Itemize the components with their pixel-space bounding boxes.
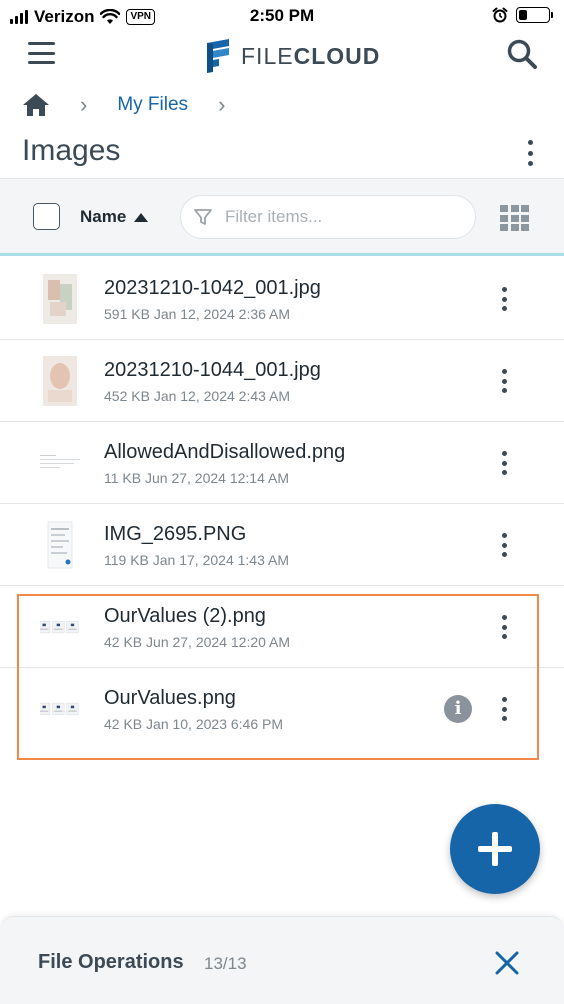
filter-input[interactable]: [225, 207, 455, 227]
status-right: [492, 7, 553, 23]
sort-by-name-button[interactable]: Name: [80, 207, 149, 227]
file-meta: 591 KB Jan 12, 2024 2:36 AM: [104, 306, 291, 322]
file-row[interactable]: IMG_2695.PNG 119 KB Jan 17, 2024 1:43 AM: [0, 504, 564, 586]
more-options-icon[interactable]: [500, 615, 508, 639]
image-thumbnail: [47, 521, 73, 569]
file-row[interactable]: 20231210-1044_001.jpg 452 KB Jan 12, 202…: [0, 340, 564, 422]
folder-more-options-icon[interactable]: [526, 140, 534, 166]
app-header: FILECLOUD: [0, 34, 564, 74]
file-meta: 11 KB Jun 27, 2024 12:14 AM: [104, 470, 289, 486]
file-name: 20231210-1042_001.jpg: [104, 277, 321, 299]
file-operations-title: File Operations: [38, 951, 184, 973]
breadcrumb: › My Files ›: [22, 90, 255, 120]
status-bar: Verizon VPN 2:50 PM: [0, 0, 564, 32]
file-operations-count: 13/13: [204, 954, 247, 973]
more-options-icon[interactable]: [500, 369, 508, 393]
file-name: 20231210-1044_001.jpg: [104, 359, 321, 381]
breadcrumb-my-files[interactable]: My Files: [117, 94, 188, 116]
filter-box[interactable]: [180, 195, 476, 239]
file-name: AllowedAndDisallowed.png: [104, 441, 346, 463]
file-name: OurValues (2).png: [104, 605, 266, 627]
more-options-icon[interactable]: [500, 533, 508, 557]
more-options-icon[interactable]: [500, 697, 508, 721]
logo-text: FILECLOUD: [241, 42, 381, 69]
status-time: 2:50 PM: [249, 6, 315, 25]
more-options-icon[interactable]: [500, 287, 508, 311]
alarm-icon: [492, 7, 508, 23]
file-operations-panel[interactable]: File Operations 13/13: [0, 916, 564, 1004]
filecloud-logo: FILECLOUD: [203, 37, 380, 75]
image-thumbnail: [43, 356, 77, 406]
page-title: Images: [22, 134, 121, 167]
grid-view-icon[interactable]: [500, 205, 529, 231]
more-options-icon[interactable]: [500, 451, 508, 475]
file-row[interactable]: 20231210-1042_001.jpg 591 KB Jan 12, 202…: [0, 258, 564, 340]
file-meta: 452 KB Jan 12, 2024 2:43 AM: [104, 388, 291, 404]
file-row[interactable]: AllowedAndDisallowed.png 11 KB Jun 27, 2…: [0, 422, 564, 504]
file-name: IMG_2695.PNG: [104, 523, 247, 545]
hamburger-menu-icon[interactable]: [28, 42, 55, 64]
info-icon[interactable]: i: [444, 695, 472, 723]
add-new-button[interactable]: [450, 804, 540, 894]
select-all-checkbox[interactable]: [33, 203, 60, 230]
file-row[interactable]: OurValues (2).png 42 KB Jun 27, 2024 12:…: [0, 586, 564, 668]
image-thumbnail: [40, 620, 79, 634]
file-meta: 42 KB Jun 27, 2024 12:20 AM: [104, 634, 291, 650]
search-icon[interactable]: [506, 38, 538, 70]
image-thumbnail: [40, 702, 79, 716]
close-icon[interactable]: [494, 950, 520, 976]
file-row[interactable]: OurValues.png 42 KB Jan 10, 2023 6:46 PM…: [0, 668, 564, 750]
home-icon[interactable]: [22, 92, 50, 118]
battery-icon: [516, 7, 553, 23]
file-name: OurValues.png: [104, 687, 236, 709]
list-toolbar: Name: [0, 178, 564, 256]
image-thumbnail: [40, 452, 80, 472]
sort-ascending-icon: [134, 212, 149, 222]
file-meta: 42 KB Jan 10, 2023 6:46 PM: [104, 716, 284, 732]
file-list: 20231210-1042_001.jpg 591 KB Jan 12, 202…: [0, 258, 564, 750]
file-meta: 119 KB Jan 17, 2024 1:43 AM: [104, 552, 289, 568]
chevron-right-icon: ›: [80, 92, 88, 117]
filecloud-logo-icon: [207, 39, 229, 73]
filter-icon: [194, 209, 212, 225]
sort-label: Name: [80, 207, 127, 226]
image-thumbnail: [43, 274, 77, 324]
chevron-right-icon: ›: [218, 92, 226, 117]
